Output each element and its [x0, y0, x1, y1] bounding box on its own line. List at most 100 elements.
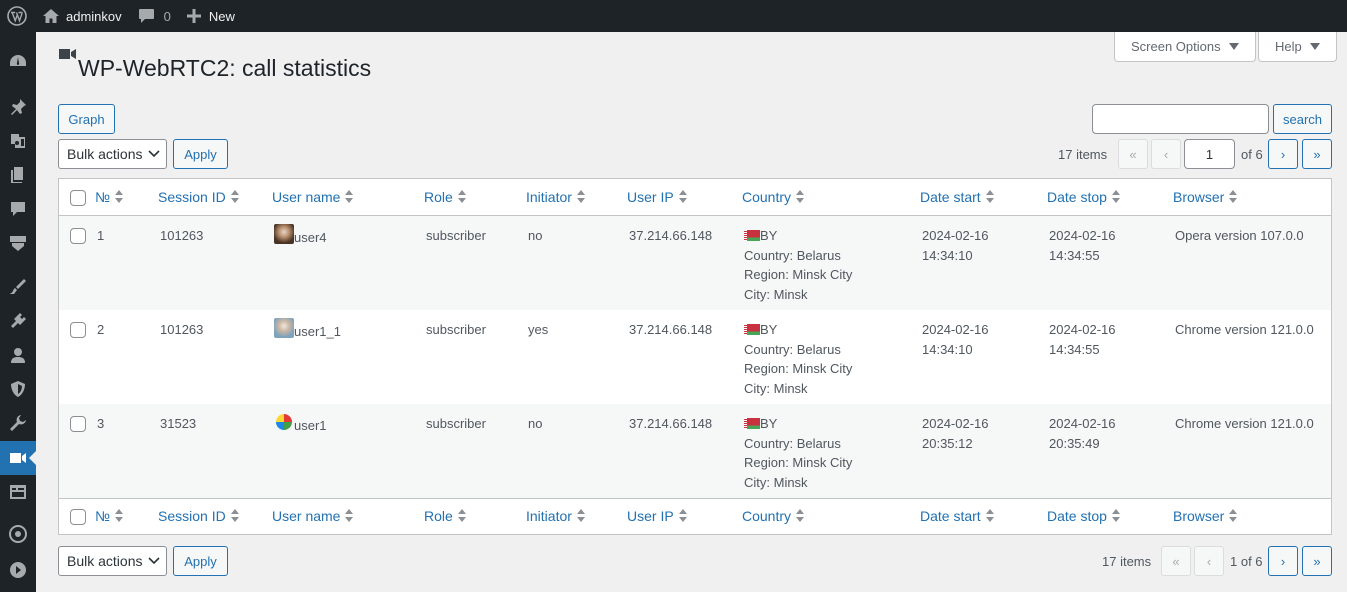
column-browser[interactable]: Browser [1173, 508, 1238, 524]
sort-icon [457, 509, 467, 523]
column-country[interactable]: Country [742, 508, 805, 524]
first-page-button[interactable]: « [1118, 139, 1148, 169]
cell-user-ip: 37.214.66.148 [629, 228, 713, 243]
sort-icon [985, 509, 995, 523]
bulk-actions-label: Bulk actions [67, 553, 143, 569]
column-role[interactable]: Role [424, 189, 467, 205]
caret-down-icon [1228, 43, 1239, 50]
bulk-actions-select-bottom[interactable]: Bulk actions [58, 546, 167, 576]
sort-icon [678, 509, 688, 523]
cell-country: BY Country: Belarus Region: Minsk City C… [744, 320, 852, 398]
sort-icon [796, 190, 805, 204]
bulk-actions-select[interactable]: Bulk actions [58, 139, 167, 169]
search-button[interactable]: search [1273, 104, 1332, 134]
prev-page-button[interactable]: ‹ [1151, 139, 1181, 169]
call-statistics-table: № Session ID User name Role Initiator Us… [58, 178, 1332, 535]
last-page-button[interactable]: » [1302, 139, 1332, 169]
settings-panel-icon[interactable] [0, 475, 36, 509]
column-browser[interactable]: Browser [1173, 189, 1238, 205]
select-all-checkbox[interactable] [70, 190, 86, 206]
last-page-button-bottom[interactable]: » [1302, 546, 1332, 576]
plugins-icon[interactable] [0, 304, 36, 338]
apply-button[interactable]: Apply [173, 139, 228, 169]
pages-icon[interactable] [0, 158, 36, 192]
column-label: Session ID [158, 508, 226, 524]
next-page-button-bottom[interactable]: › [1268, 546, 1298, 576]
cell-role: subscriber [426, 416, 486, 431]
sort-icon [345, 509, 354, 523]
prev-page-button-bottom[interactable]: ‹ [1194, 546, 1224, 576]
column-date-start[interactable]: Date start [920, 189, 995, 205]
video-camera-icon [59, 49, 76, 59]
column-initiator[interactable]: Initiator [526, 189, 586, 205]
column-label: Country [742, 189, 792, 205]
users-icon[interactable] [0, 338, 36, 372]
next-page-button[interactable]: › [1268, 139, 1298, 169]
column-session-id[interactable]: Session ID [158, 189, 240, 205]
media-icon[interactable] [0, 124, 36, 158]
column-label: User name [272, 189, 341, 205]
sort-icon [576, 190, 586, 204]
sort-icon [1229, 509, 1238, 523]
cell-date-start: 2024-02-16 14:34:10 [922, 320, 989, 359]
current-page-input[interactable] [1184, 139, 1235, 169]
user-name: user4 [294, 230, 327, 245]
date: 2024-02-16 [922, 228, 989, 243]
chevron-down-icon [148, 150, 160, 158]
collapse-play-icon[interactable] [0, 553, 36, 587]
column-number[interactable]: № [95, 189, 124, 205]
screen-options-tab[interactable]: Screen Options [1114, 32, 1256, 62]
comments-icon[interactable] [0, 192, 36, 226]
column-initiator[interactable]: Initiator [526, 508, 586, 524]
column-number[interactable]: № [95, 508, 124, 524]
graph-button[interactable]: Graph [58, 104, 115, 134]
cell-role: subscriber [426, 228, 486, 243]
column-user-name[interactable]: User name [272, 189, 354, 205]
column-session-id[interactable]: Session ID [158, 508, 240, 524]
column-user-ip[interactable]: User IP [627, 189, 688, 205]
comments-link[interactable]: 0 [130, 0, 179, 32]
new-content-link[interactable]: New [179, 0, 243, 32]
table-header: № Session ID User name Role Initiator Us… [59, 179, 1331, 216]
select-all-checkbox[interactable] [70, 509, 86, 525]
cell-date-stop: 2024-02-16 14:34:55 [1049, 320, 1116, 359]
cell-session-id: 31523 [160, 416, 197, 431]
region-name: Region: Minsk City [744, 455, 853, 470]
appearance-brush-icon[interactable] [0, 270, 36, 304]
video-camera-icon[interactable] [0, 441, 36, 475]
cell-user: user1_1 [274, 318, 341, 342]
column-label: Country [742, 508, 792, 524]
row-checkbox[interactable] [70, 228, 86, 244]
belarus-flag-icon [744, 418, 760, 429]
first-page-button-bottom[interactable]: « [1161, 546, 1191, 576]
column-role[interactable]: Role [424, 508, 467, 524]
posts-pin-icon[interactable] [0, 90, 36, 124]
column-user-name[interactable]: User name [272, 508, 354, 524]
cell-date-start: 2024-02-16 20:35:12 [922, 414, 989, 453]
column-user-ip[interactable]: User IP [627, 508, 688, 524]
column-date-start[interactable]: Date start [920, 508, 995, 524]
column-date-stop[interactable]: Date stop [1047, 508, 1121, 524]
dashboard-icon[interactable] [0, 44, 36, 78]
avatar [274, 318, 294, 338]
date: 2024-02-16 [1049, 322, 1116, 337]
apply-button-bottom[interactable]: Apply [173, 546, 228, 576]
search-input[interactable] [1092, 104, 1269, 134]
wordpress-logo-icon[interactable] [0, 0, 34, 32]
column-label: Browser [1173, 508, 1225, 524]
shield-icon[interactable] [0, 372, 36, 406]
row-checkbox[interactable] [70, 322, 86, 338]
bulk-actions-label: Bulk actions [67, 146, 143, 162]
tools-wrench-icon[interactable] [0, 406, 36, 440]
column-label: Role [424, 508, 453, 524]
column-country[interactable]: Country [742, 189, 805, 205]
column-date-stop[interactable]: Date stop [1047, 189, 1121, 205]
activity-icon[interactable] [0, 517, 36, 551]
help-tab[interactable]: Help [1258, 32, 1337, 62]
site-name-link[interactable]: adminkov [34, 0, 130, 32]
country-name: Country: Belarus [744, 247, 841, 263]
feedback-icon[interactable] [0, 226, 36, 260]
column-label: Date start [920, 189, 981, 205]
help-label: Help [1275, 39, 1302, 54]
row-checkbox[interactable] [70, 416, 86, 432]
